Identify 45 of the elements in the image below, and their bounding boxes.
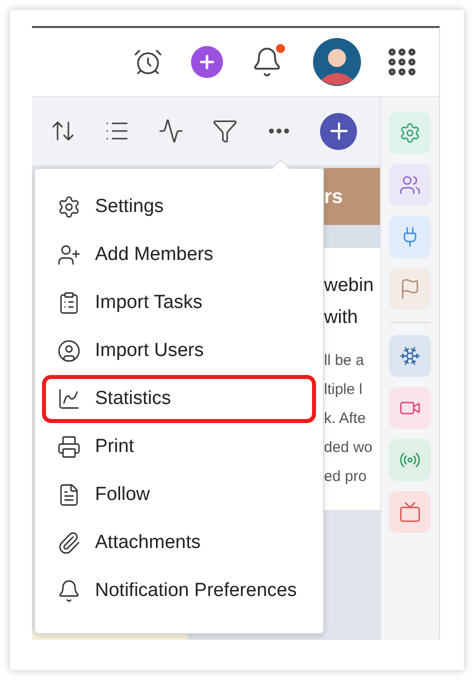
menu-item[interactable]: Add Members: [42, 231, 316, 279]
notification-bell-icon[interactable]: [251, 46, 283, 78]
card-title-text: webin: [324, 274, 375, 298]
broadcast-button[interactable]: [389, 439, 431, 481]
card-body-text: ltiple l: [324, 380, 364, 400]
snowflake-button[interactable]: [389, 335, 431, 377]
snowflake-icon: [399, 345, 421, 367]
filter-icon[interactable]: [212, 118, 238, 144]
plug-button[interactable]: [389, 216, 431, 258]
menu-item[interactable]: Notification Preferences: [42, 567, 316, 615]
printer-icon: [57, 435, 81, 459]
card-body-text: ded wo: [324, 438, 374, 458]
tv-icon: [399, 501, 421, 523]
chart-line-icon: [57, 387, 81, 411]
alarm-clock-icon[interactable]: [133, 47, 163, 77]
card-body-text: k. Afte: [324, 409, 367, 429]
menu-item[interactable]: Settings: [42, 183, 316, 231]
menu-item[interactable]: Import Users: [42, 327, 316, 375]
video-button[interactable]: [389, 387, 431, 429]
flag-button[interactable]: [389, 268, 431, 310]
users-icon: [399, 174, 421, 196]
card-body-text: ll be a: [324, 351, 366, 371]
activity-icon[interactable]: [158, 118, 184, 144]
menu-item[interactable]: Print: [42, 423, 316, 471]
menu-item[interactable]: Import Tasks: [42, 279, 316, 327]
add-button[interactable]: [320, 112, 357, 150]
add-button[interactable]: [191, 46, 223, 78]
menu-item[interactable]: Attachments: [42, 519, 316, 567]
bell-icon: [57, 579, 81, 603]
paperclip-icon: [57, 531, 81, 555]
user-plus-icon: [57, 243, 81, 267]
plus-icon: [197, 52, 217, 72]
flag-icon: [399, 278, 421, 300]
card-header-text: rs: [324, 184, 343, 210]
avatar[interactable]: [313, 38, 361, 86]
settings-button[interactable]: [389, 112, 431, 154]
card-body-text: ed pro: [324, 467, 368, 487]
menu-item[interactable]: Follow: [42, 471, 316, 519]
settings-icon: [57, 195, 81, 219]
tv-button[interactable]: [389, 491, 431, 533]
card-title-text: with: [324, 306, 359, 330]
users-button[interactable]: [389, 164, 431, 206]
menu-item[interactable]: Statistics: [42, 375, 316, 423]
settings-icon: [399, 122, 421, 144]
user-circle-icon: [57, 339, 81, 363]
